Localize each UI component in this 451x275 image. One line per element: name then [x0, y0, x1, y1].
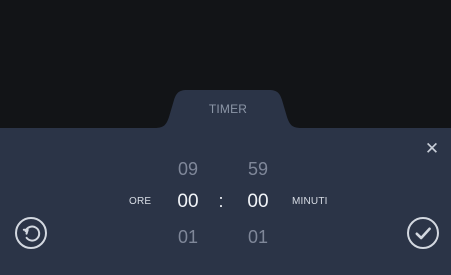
minutes-label: MINUTI: [292, 196, 328, 207]
hours-next-value[interactable]: 01: [173, 228, 203, 246]
check-icon: [407, 217, 439, 249]
close-icon: ✕: [424, 138, 440, 158]
minutes-next-value[interactable]: 01: [243, 228, 273, 246]
minutes-current-value[interactable]: 00: [243, 192, 273, 211]
reset-button[interactable]: [14, 216, 48, 250]
hours-label: ORE: [129, 196, 152, 207]
time-separator: :: [218, 191, 224, 211]
close-button[interactable]: ✕: [424, 138, 440, 158]
reset-icon: [15, 217, 47, 249]
minutes-previous-value[interactable]: 59: [243, 160, 273, 178]
tab-label: TIMER: [208, 102, 248, 116]
hours-previous-value[interactable]: 09: [173, 160, 203, 178]
timer-tab[interactable]: TIMER: [154, 90, 302, 132]
hours-current-value[interactable]: 00: [173, 192, 203, 211]
confirm-button[interactable]: [406, 216, 440, 250]
